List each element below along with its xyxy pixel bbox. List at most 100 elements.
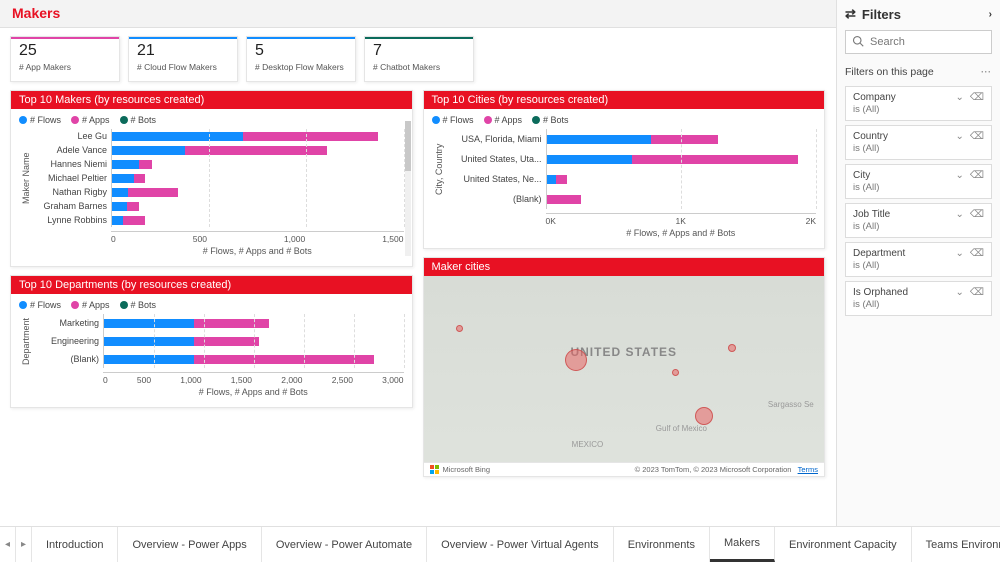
filter-card[interactable]: Company ⌄ ⌫ is (All) [845, 86, 992, 121]
bar-segment[interactable] [547, 175, 557, 184]
chevron-down-icon[interactable]: ⌄ [955, 248, 963, 259]
page-tab[interactable]: Makers [710, 527, 775, 562]
bar-segment[interactable] [128, 188, 177, 197]
bar-segment[interactable] [556, 175, 567, 184]
panel-top-cities[interactable]: Top 10 Cities (by resources created) # F… [423, 90, 826, 249]
legend-item[interactable]: # Bots [532, 115, 569, 125]
filter-card[interactable]: Job Title ⌄ ⌫ is (All) [845, 203, 992, 238]
bar-segment[interactable] [112, 202, 127, 211]
clear-filter-icon[interactable]: ⌫ [970, 209, 984, 220]
legend-item[interactable]: # Bots [120, 115, 157, 125]
bar-segment[interactable] [547, 155, 633, 164]
filter-field-name: Department [853, 248, 905, 259]
chevron-down-icon[interactable]: ⌄ [955, 287, 963, 298]
collapse-pane-icon[interactable]: › [989, 9, 992, 20]
bar-segment[interactable] [651, 135, 718, 144]
filter-icon: ⇄ [845, 6, 856, 22]
page-tab[interactable]: Overview - Power Apps [118, 527, 261, 562]
bar-segment[interactable] [112, 132, 243, 141]
kpi-label: # Chatbot Makers [373, 62, 465, 72]
legend-item[interactable]: # Apps [71, 115, 110, 125]
chevron-down-icon[interactable]: ⌄ [955, 92, 963, 103]
kpi-card[interactable]: 25 # App Makers [10, 36, 120, 82]
map-bubble[interactable] [695, 407, 713, 425]
bar-segment[interactable] [112, 160, 139, 169]
legend-item[interactable]: # Bots [120, 300, 157, 310]
page-tabs: ◂ ▸ IntroductionOverview - Power AppsOve… [0, 526, 1000, 562]
map-bubble[interactable] [565, 349, 587, 371]
bar-segment[interactable] [104, 337, 194, 346]
filter-card[interactable]: City ⌄ ⌫ is (All) [845, 164, 992, 199]
map-bubble[interactable] [672, 369, 679, 376]
clear-filter-icon[interactable]: ⌫ [970, 131, 984, 142]
more-icon[interactable]: ⋯ [981, 66, 993, 78]
legend-item[interactable]: # Apps [484, 115, 523, 125]
panel-top-makers[interactable]: Top 10 Makers (by resources created) # F… [10, 90, 413, 267]
bar-segment[interactable] [104, 355, 194, 364]
bar-segment[interactable] [112, 216, 123, 225]
map-terms-link[interactable]: Terms [798, 465, 818, 474]
tab-next-button[interactable]: ▸ [16, 527, 32, 562]
legend-item[interactable]: # Flows [19, 300, 61, 310]
filter-value: is (All) [853, 182, 984, 193]
legend-item[interactable]: # Apps [71, 300, 110, 310]
bar-segment[interactable] [547, 135, 651, 144]
category-label: Adele Vance [33, 145, 107, 155]
filter-field-name: Is Orphaned [853, 287, 908, 298]
page-tab[interactable]: Overview - Power Virtual Agents [427, 527, 614, 562]
page-tab[interactable]: Overview - Power Automate [262, 527, 427, 562]
bar-segment[interactable] [123, 216, 145, 225]
bar-segment[interactable] [139, 160, 152, 169]
map-bubble[interactable] [456, 325, 463, 332]
kpi-card[interactable]: 7 # Chatbot Makers [364, 36, 474, 82]
bar-segment[interactable] [632, 155, 797, 164]
clear-filter-icon[interactable]: ⌫ [970, 92, 984, 103]
filter-field-name: Job Title [853, 209, 890, 220]
filter-value: is (All) [853, 221, 984, 232]
kpi-card[interactable]: 5 # Desktop Flow Makers [246, 36, 356, 82]
bar-segment[interactable] [243, 132, 378, 141]
chevron-down-icon[interactable]: ⌄ [955, 209, 963, 220]
page-tab[interactable]: Environment Capacity [775, 527, 912, 562]
page-tab[interactable]: Teams Environments [912, 527, 1000, 562]
clear-filter-icon[interactable]: ⌫ [970, 248, 984, 259]
kpi-value: 21 [137, 42, 229, 60]
bar-segment[interactable] [104, 319, 194, 328]
chevron-down-icon[interactable]: ⌄ [955, 131, 963, 142]
y-axis-label: Maker Name [19, 129, 33, 227]
panel-title: Top 10 Makers (by resources created) [11, 91, 412, 109]
bar-segment[interactable] [134, 174, 145, 183]
bar-segment[interactable] [194, 355, 374, 364]
scrollbar[interactable] [405, 121, 411, 256]
map-bubble[interactable] [728, 344, 736, 352]
page-tab[interactable]: Introduction [32, 527, 118, 562]
filter-value: is (All) [853, 143, 984, 154]
clear-filter-icon[interactable]: ⌫ [970, 170, 984, 181]
clear-filter-icon[interactable]: ⌫ [970, 287, 984, 298]
kpi-label: # Desktop Flow Makers [255, 62, 347, 72]
filter-value: is (All) [853, 104, 984, 115]
chevron-down-icon[interactable]: ⌄ [955, 170, 963, 181]
filter-field-name: Company [853, 92, 896, 103]
panel-maker-cities-map[interactable]: Maker cities UNITED STATES Microsoft Bin… [423, 257, 826, 477]
category-label: Marketing [33, 318, 99, 328]
page-tab[interactable]: Environments [614, 527, 710, 562]
kpi-card[interactable]: 21 # Cloud Flow Makers [128, 36, 238, 82]
x-axis-label: # Flows, # Apps and # Bots [103, 387, 404, 397]
bing-logo: Microsoft Bing [430, 465, 491, 475]
filter-card[interactable]: Is Orphaned ⌄ ⌫ is (All) [845, 281, 992, 316]
filter-card[interactable]: Department ⌄ ⌫ is (All) [845, 242, 992, 277]
bar-segment[interactable] [112, 146, 185, 155]
bar-segment[interactable] [112, 188, 128, 197]
legend-item[interactable]: # Flows [432, 115, 474, 125]
filter-card[interactable]: Country ⌄ ⌫ is (All) [845, 125, 992, 160]
filter-search-input[interactable]: Search [845, 30, 992, 54]
bar-segment[interactable] [127, 202, 140, 211]
bar-segment[interactable] [194, 319, 269, 328]
panel-top-departments[interactable]: Top 10 Departments (by resources created… [10, 275, 413, 408]
bar-segment[interactable] [547, 195, 581, 204]
legend-item[interactable]: # Flows [19, 115, 61, 125]
bar-segment[interactable] [112, 174, 134, 183]
tab-prev-button[interactable]: ◂ [0, 527, 16, 562]
map[interactable]: UNITED STATES Microsoft Bing © 2023 TomT… [424, 276, 825, 476]
